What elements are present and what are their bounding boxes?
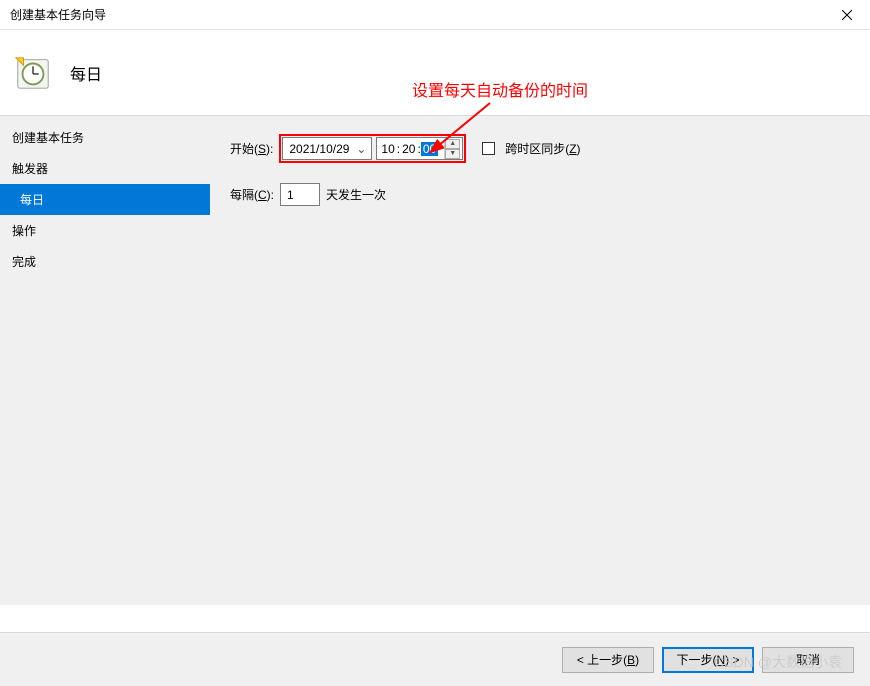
sidebar-item-finish[interactable]: 完成: [0, 246, 210, 277]
start-label: 开始(S):: [230, 140, 273, 157]
back-button[interactable]: < 上一步(B): [562, 647, 654, 673]
wizard-header: 每日: [0, 30, 870, 115]
sidebar-item-create-task[interactable]: 创建基本任务: [0, 122, 210, 153]
interval-label: 每隔(C):: [230, 186, 274, 203]
next-button[interactable]: 下一步(N) >: [662, 647, 754, 673]
content: 创建基本任务 触发器 每日 操作 完成 开始(S): 2021/10/29 ⌄ …: [0, 115, 870, 605]
page-title: 每日: [70, 61, 102, 85]
sync-timezone-checkbox[interactable]: [482, 142, 495, 155]
titlebar: 创建基本任务向导: [0, 0, 870, 30]
time-sec-selected: 00: [421, 142, 438, 156]
close-icon: [842, 10, 852, 20]
time-spinner: ▲ ▼: [444, 139, 460, 159]
sidebar-item-daily[interactable]: 每日: [0, 184, 210, 215]
sidebar-item-trigger[interactable]: 触发器: [0, 153, 210, 184]
interval-unit: 天发生一次: [326, 186, 386, 203]
main-panel: 开始(S): 2021/10/29 ⌄ 10:20:00 ▲ ▼ 跨时区同步(Z…: [210, 116, 870, 605]
cancel-button[interactable]: 取消: [762, 647, 854, 673]
time-input[interactable]: 10:20:00 ▲ ▼: [376, 137, 463, 160]
sync-timezone-label: 跨时区同步(Z): [505, 140, 580, 157]
annotation-text: 设置每天自动备份的时间: [412, 77, 588, 101]
wizard-footer: < 上一步(B) 下一步(N) > 取消: [0, 632, 870, 686]
datetime-highlight: 2021/10/29 ⌄ 10:20:00 ▲ ▼: [279, 134, 466, 163]
spinner-down[interactable]: ▼: [445, 149, 460, 159]
window-title: 创建基本任务向导: [10, 6, 106, 23]
time-min: 20: [400, 142, 417, 156]
wizard-sidebar: 创建基本任务 触发器 每日 操作 完成: [0, 116, 210, 605]
date-value: 2021/10/29: [285, 142, 353, 156]
date-input[interactable]: 2021/10/29 ⌄: [282, 137, 372, 160]
sidebar-item-action[interactable]: 操作: [0, 215, 210, 246]
close-button[interactable]: [824, 0, 870, 30]
clock-icon: [14, 54, 52, 92]
time-hour: 10: [379, 142, 396, 156]
interval-input[interactable]: [280, 183, 320, 206]
chevron-down-icon[interactable]: ⌄: [353, 142, 369, 156]
spinner-up[interactable]: ▲: [445, 139, 460, 149]
